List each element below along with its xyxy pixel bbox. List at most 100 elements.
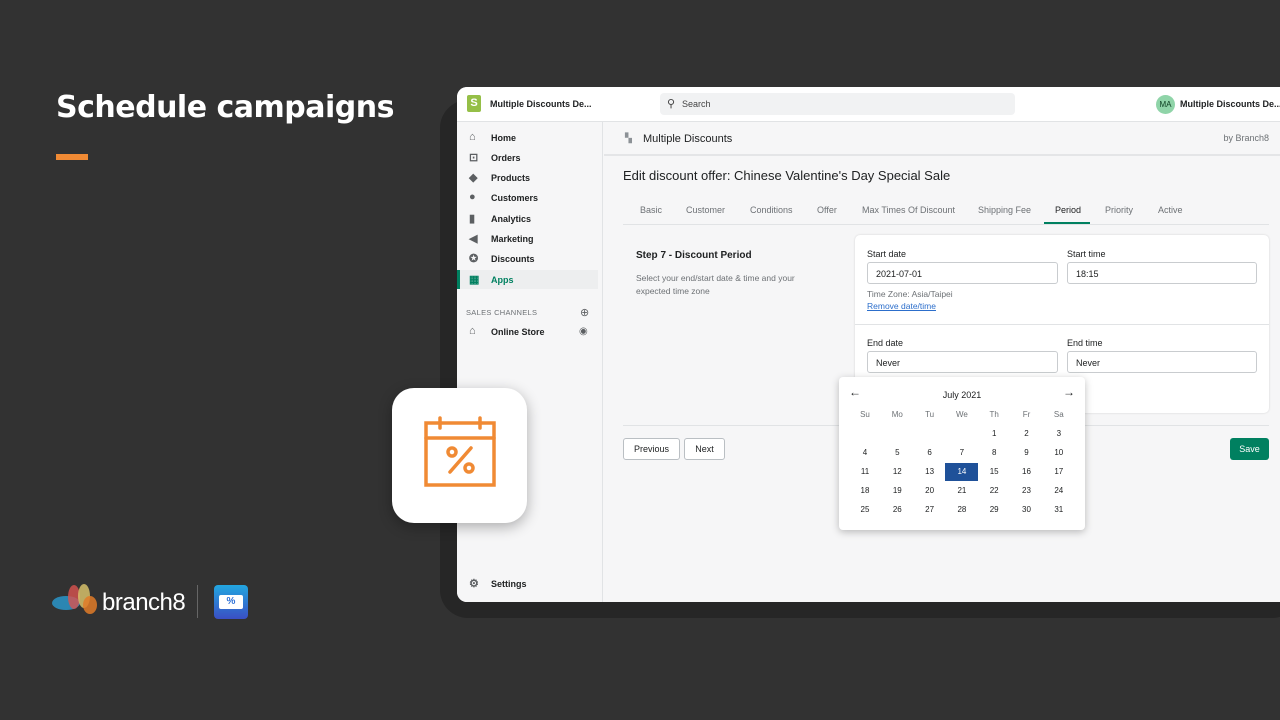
app-author: by Branch8 — [1223, 133, 1269, 143]
bar-chart-icon: ▮ — [469, 213, 476, 225]
store-name[interactable]: Multiple Discounts De... — [490, 99, 592, 109]
main-content: ▚ Multiple Discounts by Branch8 Edit dis… — [604, 122, 1280, 602]
calendar-day[interactable]: 8 — [980, 444, 1008, 462]
megaphone-icon: ◀ — [469, 233, 478, 245]
tab-customer[interactable]: Customer — [686, 205, 725, 215]
previous-button[interactable]: Previous — [623, 438, 680, 460]
weekday-label: Mo — [891, 410, 903, 419]
weekday-label: Th — [989, 410, 999, 419]
eye-icon[interactable]: ◉ — [579, 326, 588, 337]
app-header: ▚ Multiple Discounts by Branch8 — [604, 122, 1280, 156]
sidebar: ⌂ Home ⊡ Orders ◆ Products ● Customers ▮ Anal… — [457, 122, 603, 602]
end-date-label: End date — [867, 338, 904, 348]
remove-date-link[interactable]: Remove date/time — [867, 301, 936, 311]
tab-basic[interactable]: Basic — [640, 205, 662, 215]
calendar-day[interactable]: 15 — [980, 463, 1008, 481]
sidebar-item-online-store[interactable]: ⌂ Online Store — [457, 322, 598, 341]
calendar-day[interactable]: 14 — [945, 463, 979, 481]
calendar-day[interactable]: 4 — [851, 444, 879, 462]
active-tab-indicator — [1044, 222, 1090, 224]
sidebar-item-apps[interactable]: ▦ Apps — [457, 270, 598, 289]
calendar-day[interactable]: 25 — [851, 501, 879, 519]
tab-bar: Basic Customer Conditions Offer Max Time… — [623, 200, 1269, 225]
save-button[interactable]: Save — [1230, 438, 1269, 460]
tag-icon: ◆ — [469, 172, 478, 184]
sidebar-item-home[interactable]: ⌂ Home — [457, 128, 598, 147]
divider — [855, 324, 1269, 325]
sidebar-item-orders[interactable]: ⊡ Orders — [457, 148, 598, 167]
divider — [197, 585, 198, 618]
weekday-label: We — [955, 410, 968, 419]
calendar-day[interactable]: 11 — [851, 463, 879, 481]
sidebar-item-settings[interactable]: ⚙ Settings — [457, 574, 598, 593]
end-date-input[interactable]: Never — [867, 351, 1058, 373]
end-time-label: End time — [1067, 338, 1103, 348]
calendar-day[interactable]: 21 — [948, 482, 976, 500]
sidebar-item-analytics[interactable]: ▮ Analytics — [457, 209, 598, 228]
branch8-wordmark: branch8 — [102, 589, 186, 616]
sidebar-item-marketing[interactable]: ◀ Marketing — [457, 229, 598, 248]
calendar-day[interactable]: 18 — [851, 482, 879, 500]
calendar-day[interactable]: 22 — [980, 482, 1008, 500]
shopify-logo-icon: S — [467, 95, 481, 112]
tab-offer[interactable]: Offer — [817, 205, 837, 215]
calendar-day[interactable]: 27 — [916, 501, 944, 519]
tab-period[interactable]: Period — [1055, 205, 1081, 215]
calendar-day[interactable]: 10 — [1045, 444, 1073, 462]
avatar[interactable]: MA — [1156, 95, 1175, 114]
calendar-day[interactable]: 2 — [1013, 425, 1041, 443]
calendar-day[interactable]: 7 — [948, 444, 976, 462]
next-button[interactable]: Next — [684, 438, 725, 460]
calendar-day[interactable]: 5 — [883, 444, 911, 462]
home-icon: ⌂ — [469, 131, 476, 143]
calendar-day[interactable]: 12 — [883, 463, 911, 481]
start-date-label: Start date — [867, 249, 907, 259]
sidebar-item-discounts[interactable]: ✪ Discounts — [457, 249, 598, 268]
calendar-day[interactable]: 29 — [980, 501, 1008, 519]
orders-icon: ⊡ — [469, 152, 479, 164]
time-zone: Time Zone: Asia/Taipei — [867, 289, 953, 299]
end-time-input[interactable]: Never — [1067, 351, 1257, 373]
app-name: Multiple Discounts — [643, 133, 733, 145]
calendar-day[interactable]: 17 — [1045, 463, 1073, 481]
branch8-logo-icon — [52, 584, 97, 614]
accent-bar — [56, 154, 88, 160]
sidebar-item-customers[interactable]: ● Customers — [457, 188, 598, 207]
calendar-day[interactable]: 24 — [1045, 482, 1073, 500]
calendar-percent-icon — [424, 416, 496, 487]
calendar-day[interactable]: 19 — [883, 482, 911, 500]
feature-icon-card — [392, 388, 527, 523]
add-channel-icon[interactable]: ⊕ — [580, 306, 589, 319]
sidebar-item-products[interactable]: ◆ Products — [457, 168, 598, 187]
top-bar: S Multiple Discounts De... ⚲ Search MA Mu… — [457, 87, 1280, 122]
weekday-label: Su — [860, 410, 870, 419]
weekday-label: Fr — [1022, 410, 1031, 419]
page-title: Edit discount offer: Chinese Valentine's… — [623, 168, 951, 183]
calendar-day[interactable]: 1 — [980, 425, 1008, 443]
calendar-day[interactable]: 31 — [1045, 501, 1073, 519]
store-icon: ⌂ — [469, 325, 476, 337]
calendar-day[interactable]: 26 — [883, 501, 911, 519]
tab-conditions[interactable]: Conditions — [750, 205, 793, 215]
start-date-input[interactable]: 2021-07-01 — [867, 262, 1058, 284]
calendar-day[interactable]: 28 — [948, 501, 976, 519]
calendar-day[interactable]: 6 — [916, 444, 944, 462]
calendar-day[interactable]: 3 — [1045, 425, 1073, 443]
calendar-day[interactable]: 13 — [916, 463, 944, 481]
app-icon: ▚ — [625, 133, 632, 143]
tab-priority[interactable]: Priority — [1105, 205, 1133, 215]
discount-icon: ✪ — [469, 253, 479, 265]
account-name[interactable]: Multiple Discounts De... — [1180, 99, 1280, 109]
calendar-day[interactable]: 20 — [916, 482, 944, 500]
tab-shipping-fee[interactable]: Shipping Fee — [978, 205, 1031, 215]
calendar-day[interactable]: 16 — [1013, 463, 1041, 481]
calendar-month: July 2021 — [942, 390, 982, 400]
tab-max-times[interactable]: Max Times Of Discount — [862, 205, 955, 215]
calendar-day[interactable]: 9 — [1013, 444, 1041, 462]
date-picker: ← → July 2021 Su Mo Tu We Th Fr Sa 1 2 3 4 5 6 7 8 9 10 1… — [839, 377, 1085, 530]
tab-active[interactable]: Active — [1158, 205, 1183, 215]
calendar-day[interactable]: 30 — [1013, 501, 1041, 519]
calendar-day[interactable]: 23 — [1013, 482, 1041, 500]
search-input[interactable]: ⚲ Search — [660, 93, 1015, 115]
start-time-input[interactable]: 18:15 — [1067, 262, 1257, 284]
